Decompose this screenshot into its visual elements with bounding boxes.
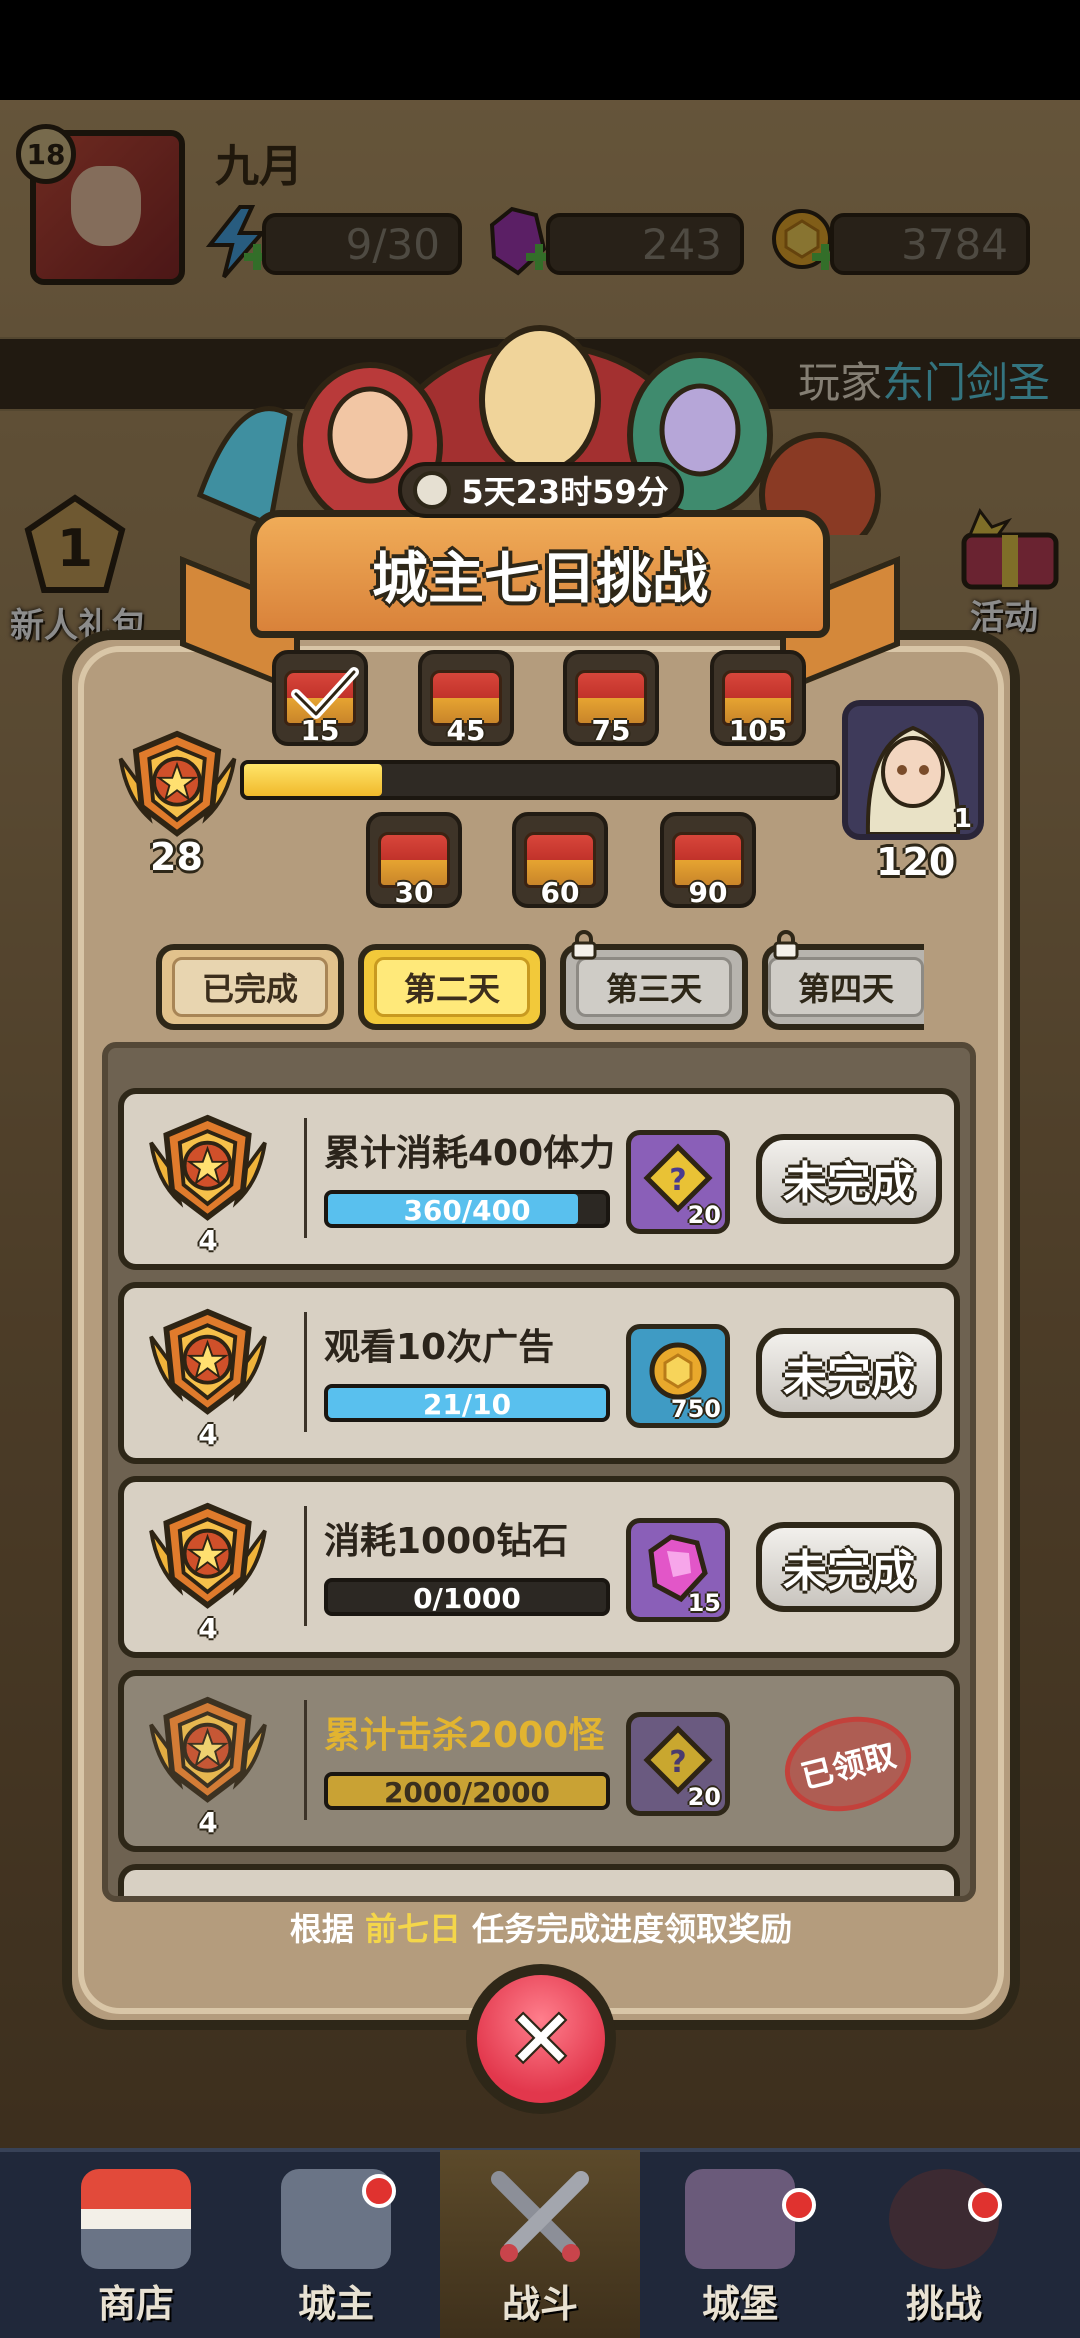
score-progress-fill (244, 764, 382, 796)
notification-dot (968, 2188, 1002, 2222)
nav-lord-label: 城主 (297, 2282, 374, 2326)
max-score: 120 (876, 840, 956, 884)
hint-before: 根据 (289, 1910, 354, 1948)
nav-shop[interactable]: 商店 (36, 2150, 236, 2338)
tab-completed[interactable]: 已完成 (156, 944, 344, 1030)
card-divider (304, 1700, 307, 1820)
task-progress-text: 21/10 (422, 1388, 512, 1421)
nav-castle[interactable]: 城堡 (640, 2150, 840, 2338)
notification-dot (362, 2174, 396, 2208)
current-score: 28 (150, 835, 203, 879)
chest-label-30: 30 (394, 876, 434, 909)
nav-battle[interactable]: 战斗 (440, 2150, 640, 2338)
task-card: 4 观看10次广告 21/10 750 未完成 (118, 1282, 960, 1464)
task-card: 4 累计消耗400体力 360/400 ? 20 未完成 (118, 1088, 960, 1270)
svg-text:?: ? (669, 1163, 686, 1198)
task-card: 4 消耗1000钻石 0/1000 15 未完成 (118, 1476, 960, 1658)
nav-challenge[interactable]: 挑战 (844, 2150, 1044, 2338)
reward-count: 20 (687, 1783, 721, 1811)
hint-highlight: 前七日 (364, 1910, 461, 1948)
task-status-button[interactable]: 未完成 (756, 1522, 942, 1612)
status-bar (0, 0, 1080, 100)
medal-icon (149, 1502, 267, 1609)
tab-completed-label: 已完成 (172, 957, 328, 1017)
task-medal-count: 4 (198, 1806, 218, 1839)
reward-count: 750 (670, 1395, 721, 1423)
tab-day-4-label: 第四天 (768, 957, 924, 1017)
task-title: 消耗1000钻石 (324, 1521, 569, 1562)
task-medal-count: 4 (198, 1612, 218, 1645)
claimed-stamp: 已领取 (774, 1703, 922, 1825)
chest-label-15: 15 (300, 714, 340, 747)
task-medal-count: 4 (198, 1224, 218, 1257)
medal-icon (149, 1308, 267, 1415)
reward-puzzle[interactable]: ? 20 (626, 1130, 730, 1234)
chest-label-105: 105 (728, 714, 788, 747)
reward-count: 20 (687, 1201, 721, 1229)
final-reward-box[interactable]: 1 (842, 700, 984, 840)
lock-icon (571, 930, 597, 960)
medal-icon (149, 1696, 267, 1803)
task-progress-text: 360/400 (403, 1194, 531, 1227)
card-divider (304, 1312, 307, 1432)
task-card: 4 累计击杀2000怪 2000/2000 ? 20 已领取 (118, 1670, 960, 1852)
task-title: 累计消耗400体力 (324, 1133, 616, 1174)
task-card-partial (118, 1864, 960, 1896)
nav-castle-label: 城堡 (701, 2282, 778, 2326)
final-reward-count: 1 (953, 804, 972, 834)
reward-gem[interactable]: 15 (626, 1518, 730, 1622)
countdown-timer: 5天23时59分 (398, 462, 684, 518)
tab-day-2[interactable]: 第二天 (358, 944, 546, 1030)
chest-label-90: 90 (688, 876, 728, 909)
task-status-button[interactable]: 未完成 (756, 1328, 942, 1418)
notification-dot (782, 2188, 816, 2222)
chest-label-45: 45 (446, 714, 486, 747)
hint-after: 任务完成进度领取奖励 (472, 1910, 793, 1948)
task-medal-count: 4 (198, 1418, 218, 1451)
nav-shop-label: 商店 (97, 2282, 174, 2326)
title-ribbon: 城主七日挑战 (250, 510, 830, 638)
task-progress-text: 0/1000 (413, 1582, 521, 1615)
crossed-swords-icon (485, 2169, 595, 2269)
nav-battle-label: 战斗 (501, 2282, 578, 2326)
clock-icon (413, 471, 452, 509)
task-title: 累计击杀2000怪 (324, 1715, 605, 1756)
timer-text: 5天23时59分 (461, 473, 669, 511)
shop-icon (81, 2169, 191, 2269)
task-status-button[interactable]: 未完成 (756, 1134, 942, 1224)
castle-icon (685, 2169, 795, 2269)
card-divider (304, 1118, 307, 1238)
tab-day-2-label: 第二天 (374, 957, 530, 1017)
tab-day-3-label: 第三天 (576, 957, 732, 1017)
task-title: 观看10次广告 (324, 1327, 555, 1368)
close-icon: ✕ (477, 1975, 605, 2103)
svg-text:?: ? (669, 1745, 686, 1780)
lock-icon (773, 930, 799, 960)
reward-hint: 根据 前七日 任务完成进度领取奖励 (62, 1904, 1020, 1950)
card-divider (304, 1506, 307, 1626)
reward-puzzle[interactable]: ? 20 (626, 1712, 730, 1816)
nav-challenge-label: 挑战 (905, 2282, 982, 2326)
chest-label-75: 75 (591, 714, 631, 747)
reward-gold[interactable]: 750 (626, 1324, 730, 1428)
medal-icon (149, 1114, 267, 1221)
nav-lord[interactable]: 城主 (236, 2150, 436, 2338)
chest-label-60: 60 (540, 876, 580, 909)
reward-count: 15 (687, 1589, 721, 1617)
modal-title: 城主七日挑战 (372, 546, 708, 612)
close-button[interactable]: ✕ (466, 1964, 616, 2114)
task-progress-text: 2000/2000 (383, 1776, 551, 1809)
medal-icon (118, 730, 237, 837)
